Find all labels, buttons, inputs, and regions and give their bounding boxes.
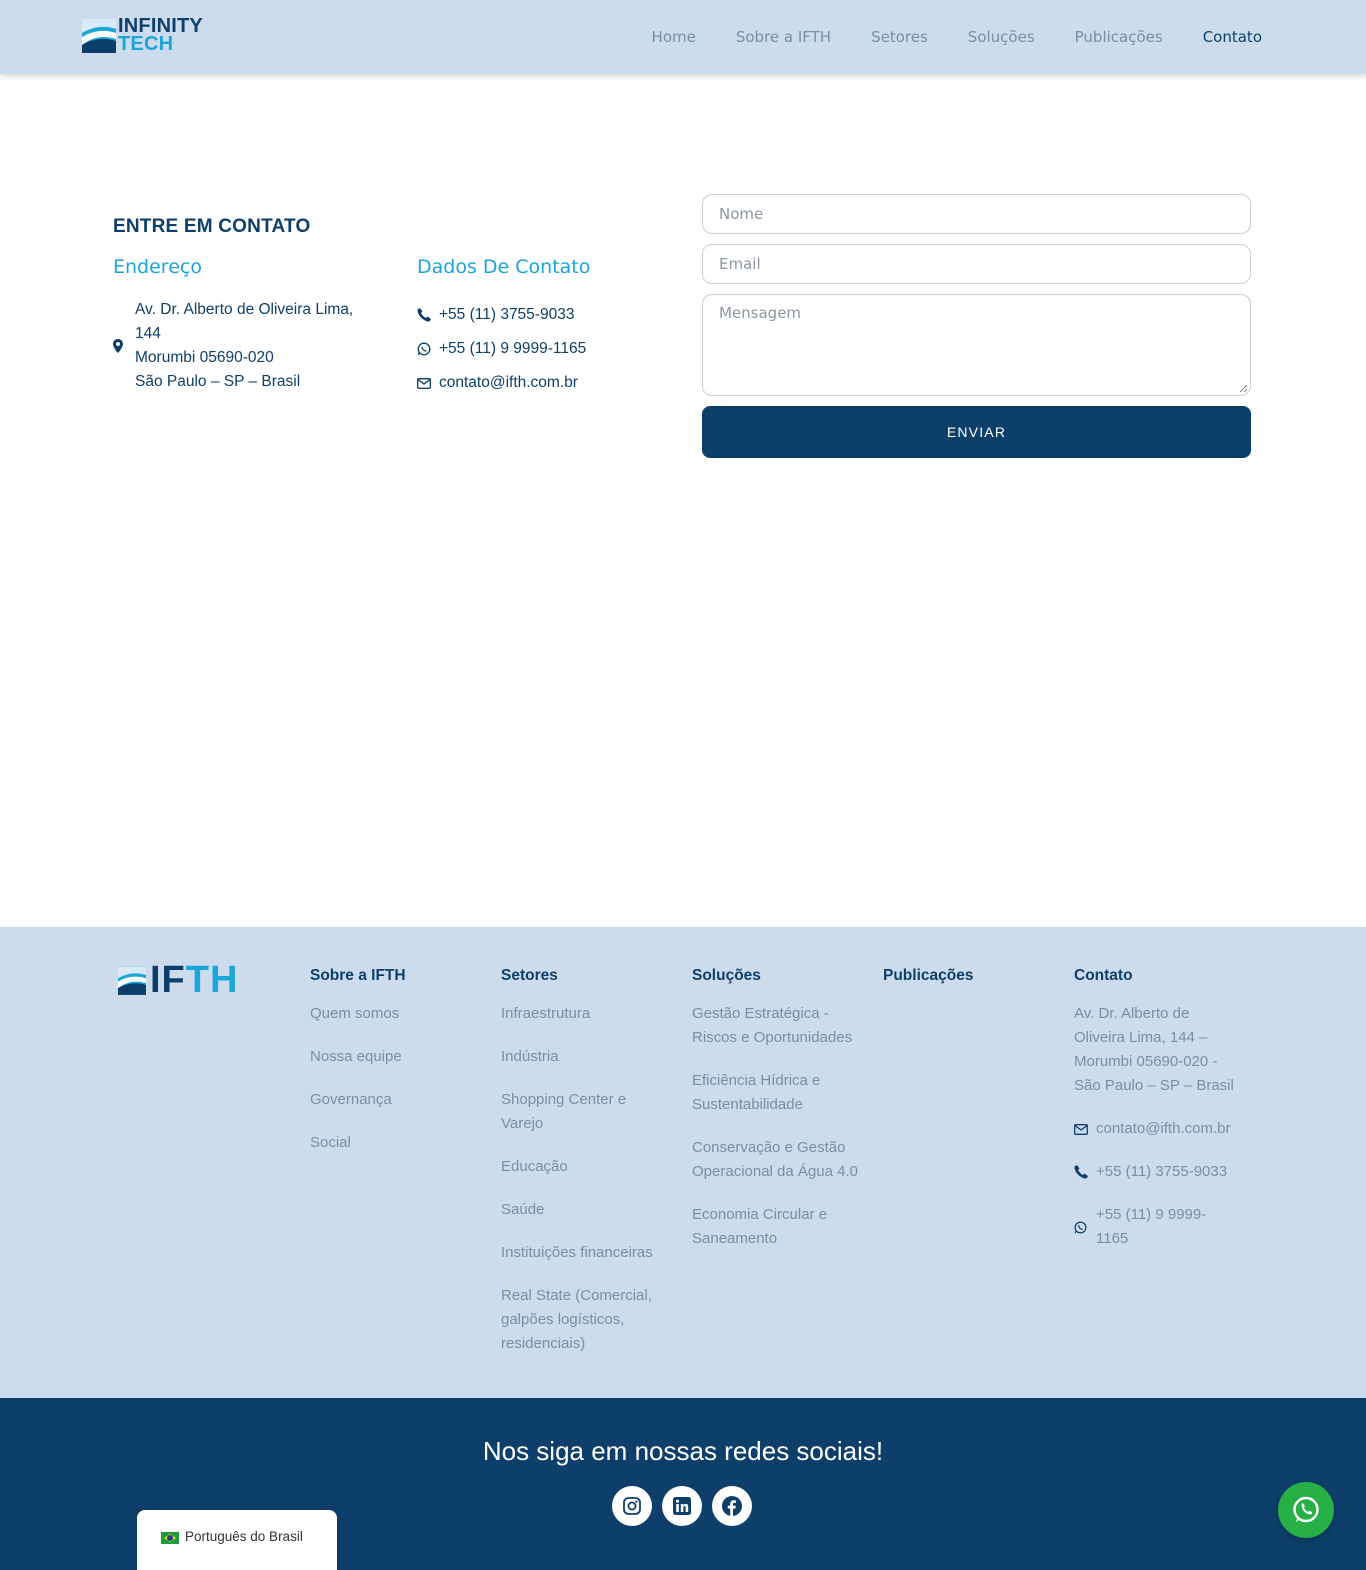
email-field[interactable]: Email [702,244,1251,284]
name-field[interactable]: Nome [702,194,1251,234]
footer-link[interactable]: Real State (Comercial, galpões logístico… [501,1284,666,1356]
footer-link[interactable]: Social [310,1131,490,1155]
brazil-flag-icon [161,1532,179,1544]
submit-button[interactable]: ENVIAR [702,406,1251,458]
footer-link[interactable]: Governança [310,1088,490,1112]
address-line: 144 [135,325,161,342]
footer-link[interactable]: Shopping Center e Varejo [501,1088,651,1136]
footer-link[interactable]: Economia Circular e Saneamento [692,1203,842,1251]
social-title: Nos siga em nossas redes sociais! [482,1436,884,1466]
resize-handle-icon[interactable] [1239,384,1247,392]
footer-link[interactable]: Conservação e Gestão Operacional da Água… [692,1136,870,1184]
phone-icon [1074,1165,1096,1179]
footer-link[interactable]: Eficiência Hídrica e Sustentabilidade [692,1069,842,1117]
whatsapp-icon [417,342,439,356]
footer-link[interactable]: Indústria [501,1045,671,1069]
footer-heading: Setores [501,967,558,984]
logo-mark-icon [118,966,146,995]
linkedin-icon[interactable] [662,1486,702,1526]
address-line: Morumbi 05690-020 [135,349,274,366]
footer-email[interactable]: contato@ifth.com.br [1074,1117,1246,1141]
whatsapp-icon [1293,1496,1319,1523]
nav-home[interactable]: Home [652,28,696,46]
address-block: Av. Dr. Alberto de Oliveira Lima, 144 Mo… [113,298,353,394]
address-heading: Endereço [113,256,202,278]
address-line: São Paulo – SP – Brasil [135,373,301,390]
contact-title: ENTRE EM CONTATO [113,216,311,237]
envelope-icon [1074,1123,1096,1135]
logo-line2: TECH [118,33,174,55]
footer-link[interactable]: Educação [501,1155,671,1179]
footer-link[interactable]: Saúde [501,1198,671,1222]
footer-heading: Sobre a IFTH [310,967,406,984]
social-links [612,1486,752,1526]
logo-mark-icon [82,19,116,53]
nav-solucoes[interactable]: Soluções [968,28,1035,46]
language-switcher[interactable]: Português do Brasil [137,1510,337,1570]
facebook-icon[interactable] [712,1486,752,1526]
contact-email[interactable]: contato@ifth.com.br [417,366,586,400]
main-nav: Home Sobre a IFTH Setores Soluções Publi… [652,28,1262,46]
whatsapp-float-button[interactable] [1278,1482,1334,1538]
nav-publicacoes[interactable]: Publicações [1075,28,1163,46]
footer-heading: Contato [1074,967,1133,984]
footer-col-setores: Setores Infraestrutura Indústria Shoppin… [501,967,671,1375]
footer-link[interactable]: Infraestrutura [501,1002,671,1026]
whatsapp-icon [1074,1221,1096,1234]
footer-col-publicacoes: Publicações [883,967,1063,1002]
map-pin-icon [113,339,135,353]
nav-setores[interactable]: Setores [871,28,928,46]
logo[interactable]: INFINITY TECH [82,16,203,55]
phone-icon [417,308,439,322]
footer-phone[interactable]: +55 (11) 3755-9033 [1074,1160,1246,1184]
address-line: Av. Dr. Alberto de Oliveira Lima, [135,301,354,318]
footer-heading: Soluções [692,967,761,984]
envelope-icon [417,377,439,389]
site-footer: IFTH Sobre a IFTH Quem somos Nossa equip… [0,927,1366,1398]
footer-col-contato: Contato Av. Dr. Alberto de Oliveira Lima… [1074,967,1246,1270]
instagram-icon[interactable] [612,1486,652,1526]
nav-sobre[interactable]: Sobre a IFTH [736,28,831,46]
contact-phone[interactable]: +55 (11) 3755-9033 [417,298,586,332]
language-label: Português do Brasil [185,1529,303,1544]
footer-link[interactable]: Nossa equipe [310,1045,490,1069]
footer-whatsapp[interactable]: +55 (11) 9 9999-1165 [1074,1203,1246,1251]
contact-data-list: +55 (11) 3755-9033 +55 (11) 9 9999-1165 … [417,298,586,400]
contact-whatsapp[interactable]: +55 (11) 9 9999-1165 [417,332,586,366]
footer-heading[interactable]: Publicações [883,967,1063,985]
contact-form: Nome Email Mensagem ENVIAR [702,194,1251,458]
footer-link[interactable]: Gestão Estratégica - Riscos e Oportunida… [692,1002,870,1050]
nav-contato[interactable]: Contato [1203,28,1262,46]
message-field[interactable]: Mensagem [702,294,1251,396]
footer-col-sobre: Sobre a IFTH Quem somos Nossa equipe Gov… [310,967,490,1174]
site-header: INFINITY TECH Home Sobre a IFTH Setores … [0,0,1366,74]
footer-col-solucoes: Soluções Gestão Estratégica - Riscos e O… [692,967,870,1270]
footer-address: Av. Dr. Alberto de Oliveira Lima, 144 – … [1074,1005,1234,1094]
footer-link[interactable]: Quem somos [310,1002,490,1026]
footer-link[interactable]: Instituições financeiras [501,1241,671,1265]
footer-logo[interactable]: IFTH [118,961,238,999]
contact-data-heading: Dados De Contato [417,256,591,278]
